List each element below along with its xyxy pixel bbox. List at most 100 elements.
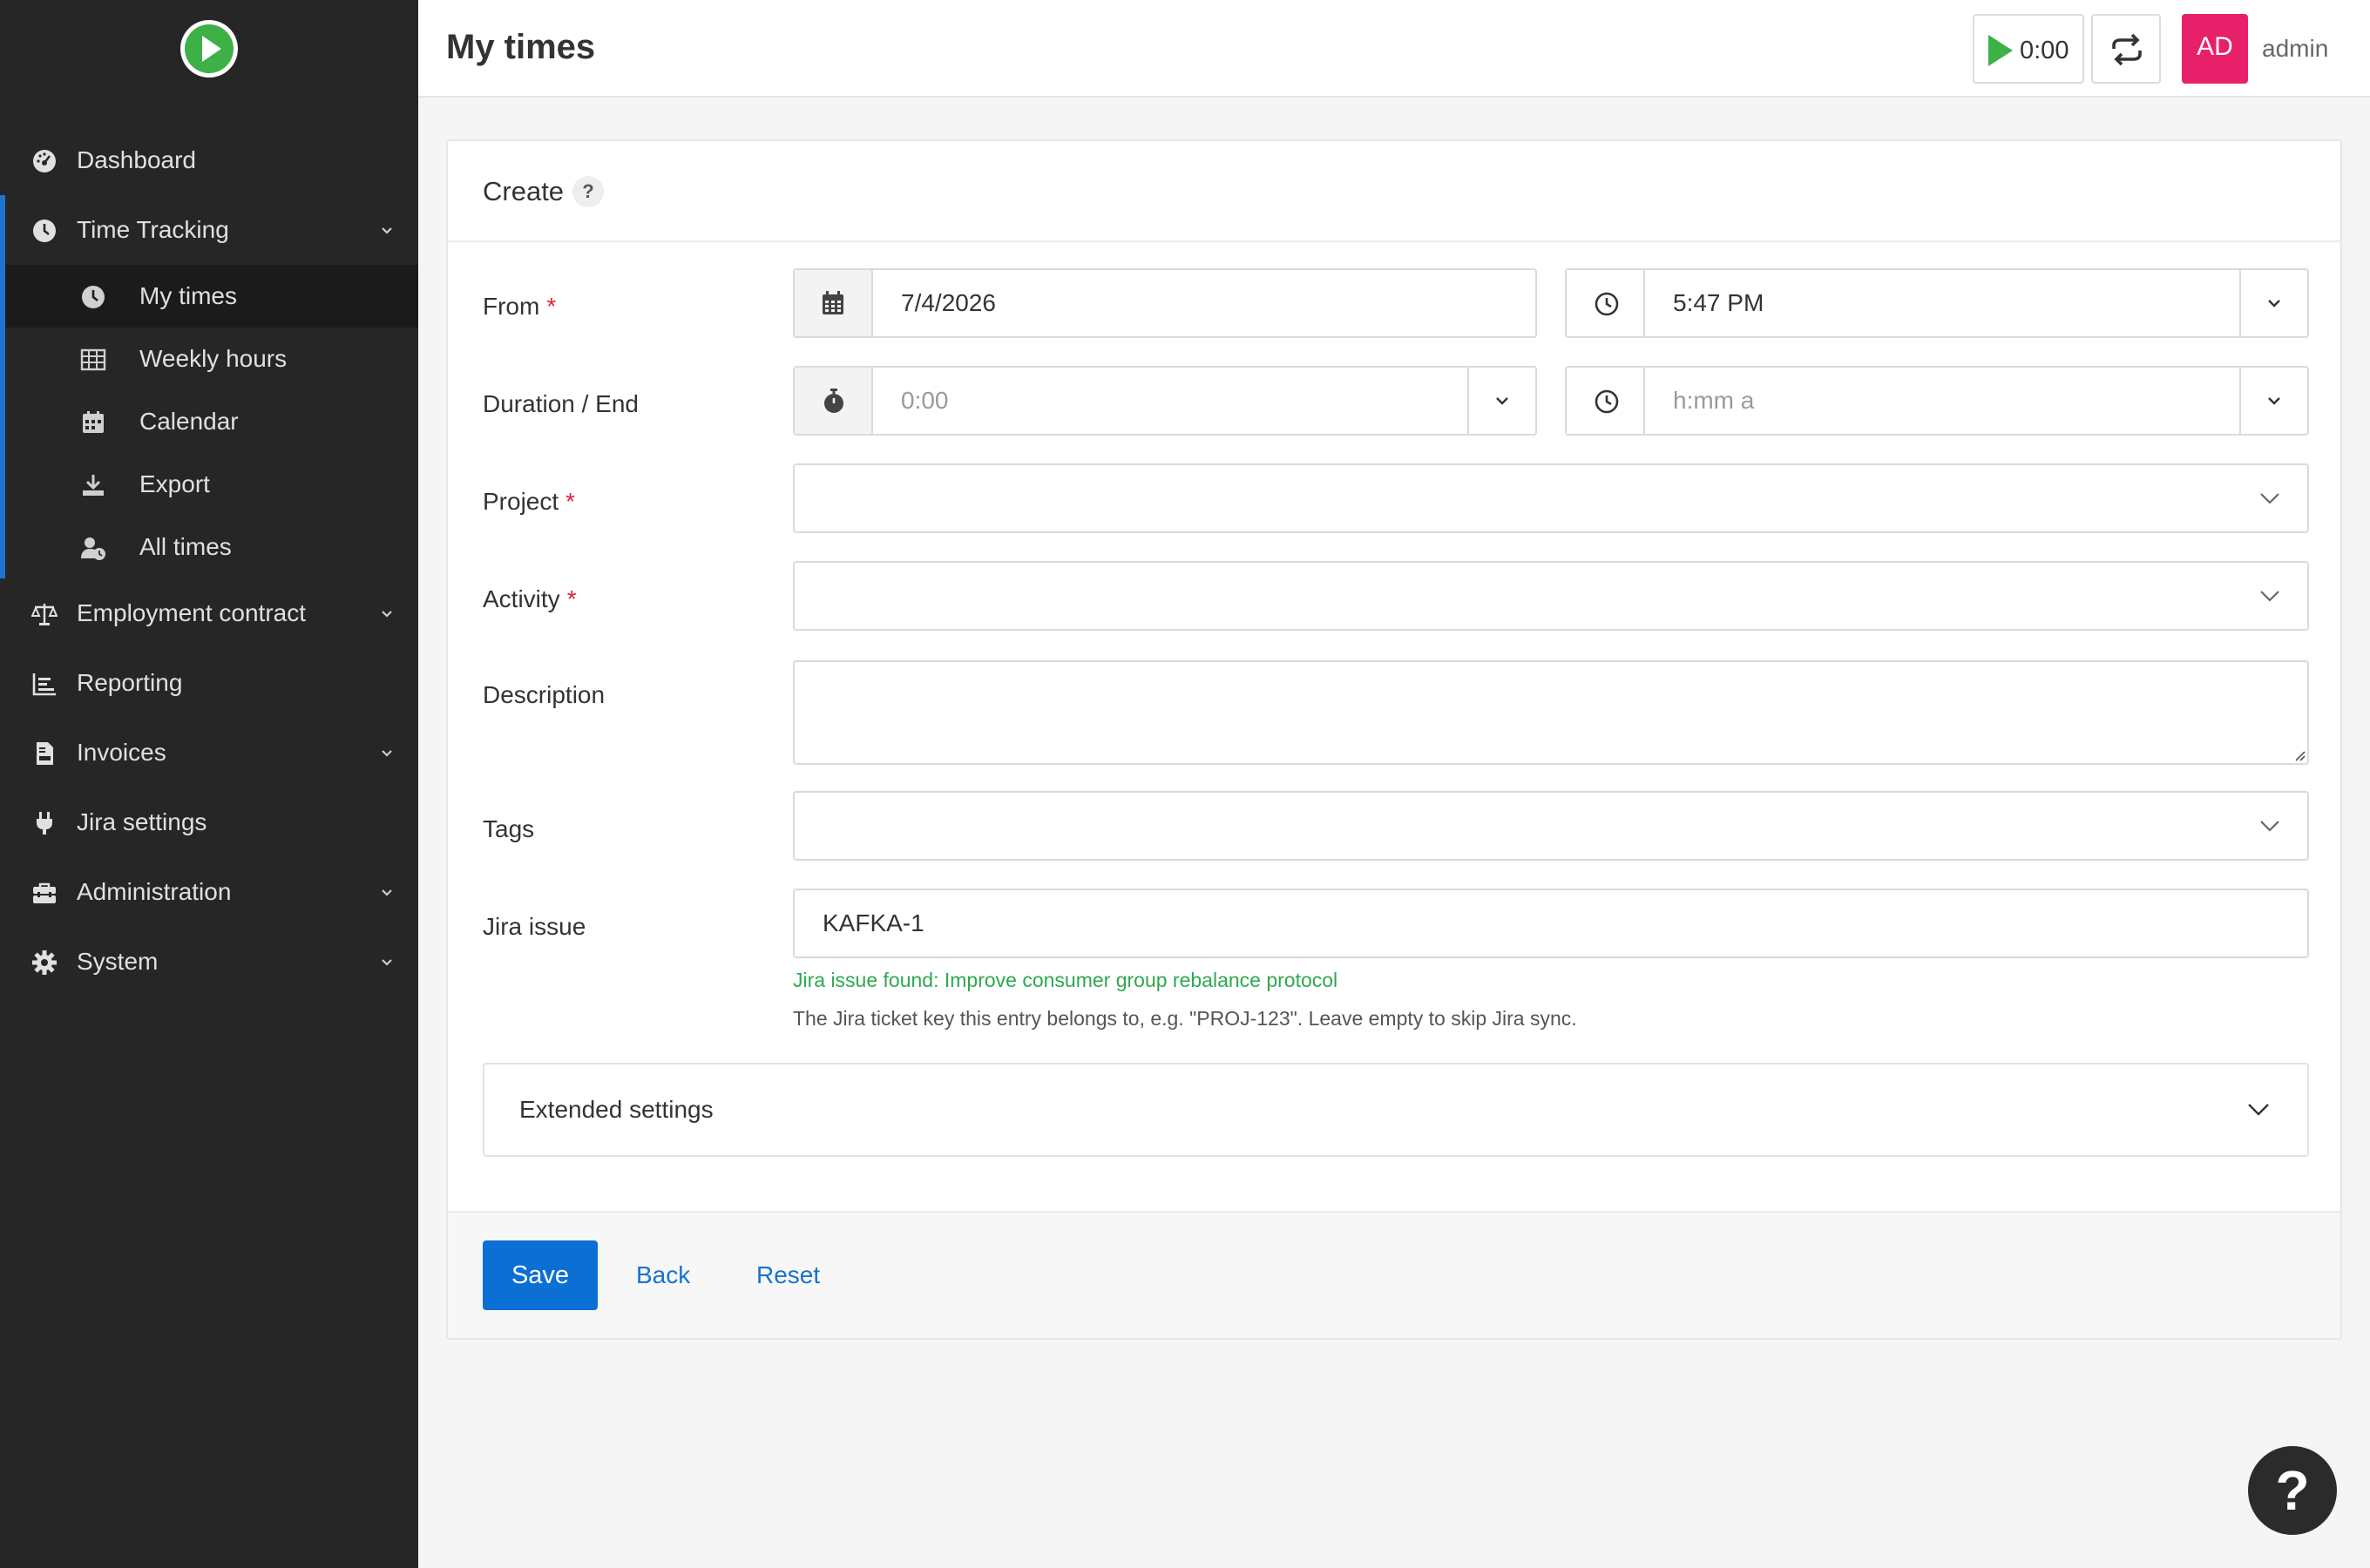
sidebar-item-label: Jira settings — [77, 808, 207, 835]
calendar-addon[interactable] — [795, 270, 873, 336]
jira-help-text: The Jira ticket key this entry belongs t… — [793, 1007, 1577, 1030]
top-header: My times 0:00 AD admin — [418, 0, 2370, 98]
jira-issue-value: KAFKA-1 — [823, 909, 924, 936]
help-badge[interactable]: ? — [572, 176, 604, 207]
jira-found-message: Jira issue found: Improve consumer group… — [793, 969, 1338, 991]
sidebar-subitem-weekly-hours[interactable]: Weekly hours — [5, 328, 418, 390]
required-mark: * — [566, 585, 577, 612]
chevron-down-icon — [2260, 591, 2279, 602]
sidebar-item-label: System — [77, 948, 159, 975]
dashboard-icon — [33, 150, 56, 172]
from-date-value: 7/4/2026 — [901, 289, 996, 316]
from-time-value: 5:47 PM — [1673, 289, 1764, 316]
card-header: Create ? — [448, 141, 2340, 242]
stopwatch-icon — [824, 389, 843, 413]
repeat-button[interactable] — [2091, 14, 2161, 84]
reset-button[interactable]: Reset — [756, 1261, 820, 1289]
from-date-field[interactable]: 7/4/2026 — [793, 268, 1537, 338]
sidebar-item-jira-settings[interactable]: Jira settings — [0, 787, 418, 857]
tags-label: Tags — [483, 815, 535, 842]
sidebar-subitem-calendar[interactable]: Calendar — [5, 390, 418, 453]
scale-icon — [31, 604, 58, 625]
sidebar-subitem-label: All times — [139, 533, 232, 560]
help-button[interactable]: ? — [2248, 1446, 2337, 1535]
chevron-down-icon — [2268, 300, 2280, 308]
sidebar-item-system[interactable]: System — [0, 927, 418, 997]
sidebar-subitem-export[interactable]: Export — [5, 453, 418, 516]
create-form-card: Create ? From * 7/4/2026 5:47 PM Duration… — [446, 139, 2342, 1340]
sidebar-subitem-label: My times — [139, 282, 237, 309]
sidebar-item-time-tracking[interactable]: Time Tracking — [5, 195, 418, 265]
tags-select[interactable] — [793, 791, 2309, 861]
sidebar-item-invoices[interactable]: Invoices — [0, 718, 418, 787]
activity-label-text: Activity — [483, 585, 560, 612]
chevron-down-icon — [382, 889, 392, 896]
sidebar-item-label: Dashboard — [77, 146, 196, 173]
activity-label: Activity * — [483, 585, 577, 613]
from-time-dropdown-toggle[interactable] — [2239, 270, 2307, 336]
from-label-text: From — [483, 293, 540, 320]
sidebar-subitem-my-times[interactable]: My times — [5, 265, 418, 328]
end-time-field[interactable]: h:mm a — [1565, 366, 2309, 436]
activity-select[interactable] — [793, 561, 2309, 631]
sidebar-group-time-tracking: Time Tracking My times Weekly hours Cale… — [0, 195, 418, 578]
toolbox-icon — [33, 882, 56, 903]
clock-icon — [1595, 292, 1619, 316]
plug-icon — [37, 812, 52, 835]
calendar-icon — [83, 411, 104, 433]
jira-issue-input[interactable]: KAFKA-1 — [793, 889, 2309, 958]
duration-label: Duration / End — [483, 390, 639, 417]
grid-icon — [80, 348, 106, 371]
sidebar-subitem-label: Calendar — [139, 408, 239, 435]
project-label: Project * — [483, 488, 575, 516]
user-avatar[interactable]: AD — [2182, 14, 2248, 84]
sidebar-item-label: Reporting — [77, 669, 183, 696]
extended-settings-label: Extended settings — [519, 1096, 714, 1123]
description-textarea[interactable] — [793, 660, 2309, 765]
chevron-down-icon — [2268, 397, 2280, 405]
repeat-icon — [2112, 33, 2142, 66]
from-time-field[interactable]: 5:47 PM — [1565, 268, 2309, 338]
sidebar-item-administration[interactable]: Administration — [0, 857, 418, 927]
timer-value: 0:00 — [2020, 37, 2069, 64]
stopwatch-addon — [795, 368, 873, 434]
invoice-icon — [37, 742, 53, 765]
sidebar: Dashboard Time Tracking My times Weekly … — [0, 0, 418, 1568]
duration-dropdown-toggle[interactable] — [1467, 368, 1535, 434]
chevron-down-icon — [382, 611, 392, 618]
chevron-down-icon — [1496, 397, 1508, 405]
calendar-icon — [823, 291, 843, 314]
download-icon — [83, 475, 104, 496]
chevron-down-icon — [382, 227, 392, 234]
play-icon — [1988, 35, 2013, 66]
description-label: Description — [483, 681, 606, 708]
start-timer-button[interactable]: 0:00 — [1973, 14, 2084, 84]
chart-icon — [32, 673, 56, 696]
users-clock-icon — [81, 537, 105, 560]
end-time-dropdown-toggle[interactable] — [2239, 368, 2307, 434]
chevron-down-icon — [2260, 821, 2279, 832]
clock-icon — [33, 220, 56, 242]
project-select[interactable] — [793, 463, 2309, 533]
sidebar-subitem-all-times[interactable]: All times — [5, 516, 418, 578]
chevron-down-icon — [382, 750, 392, 757]
sidebar-item-label: Administration — [77, 878, 232, 905]
back-button[interactable]: Back — [636, 1261, 690, 1289]
save-button[interactable]: Save — [483, 1240, 598, 1310]
sidebar-nav: Dashboard Time Tracking My times Weekly … — [0, 125, 418, 997]
chevron-down-icon — [382, 959, 392, 966]
sidebar-subitem-label: Export — [139, 470, 210, 497]
clock-icon — [1595, 389, 1619, 414]
page-title: My times — [446, 28, 596, 66]
resize-handle-icon[interactable] — [2292, 747, 2306, 761]
sidebar-item-dashboard[interactable]: Dashboard — [0, 125, 418, 195]
extended-settings-toggle[interactable]: Extended settings — [483, 1063, 2309, 1157]
chevron-down-icon — [2260, 493, 2279, 504]
app-logo[interactable] — [180, 20, 238, 78]
sidebar-item-reporting[interactable]: Reporting — [0, 648, 418, 718]
sidebar-item-employment-contract[interactable]: Employment contract — [0, 578, 418, 648]
clock-icon — [82, 286, 105, 308]
project-label-text: Project — [483, 488, 559, 515]
duration-field[interactable]: 0:00 — [793, 366, 1537, 436]
username[interactable]: admin — [2262, 35, 2328, 63]
